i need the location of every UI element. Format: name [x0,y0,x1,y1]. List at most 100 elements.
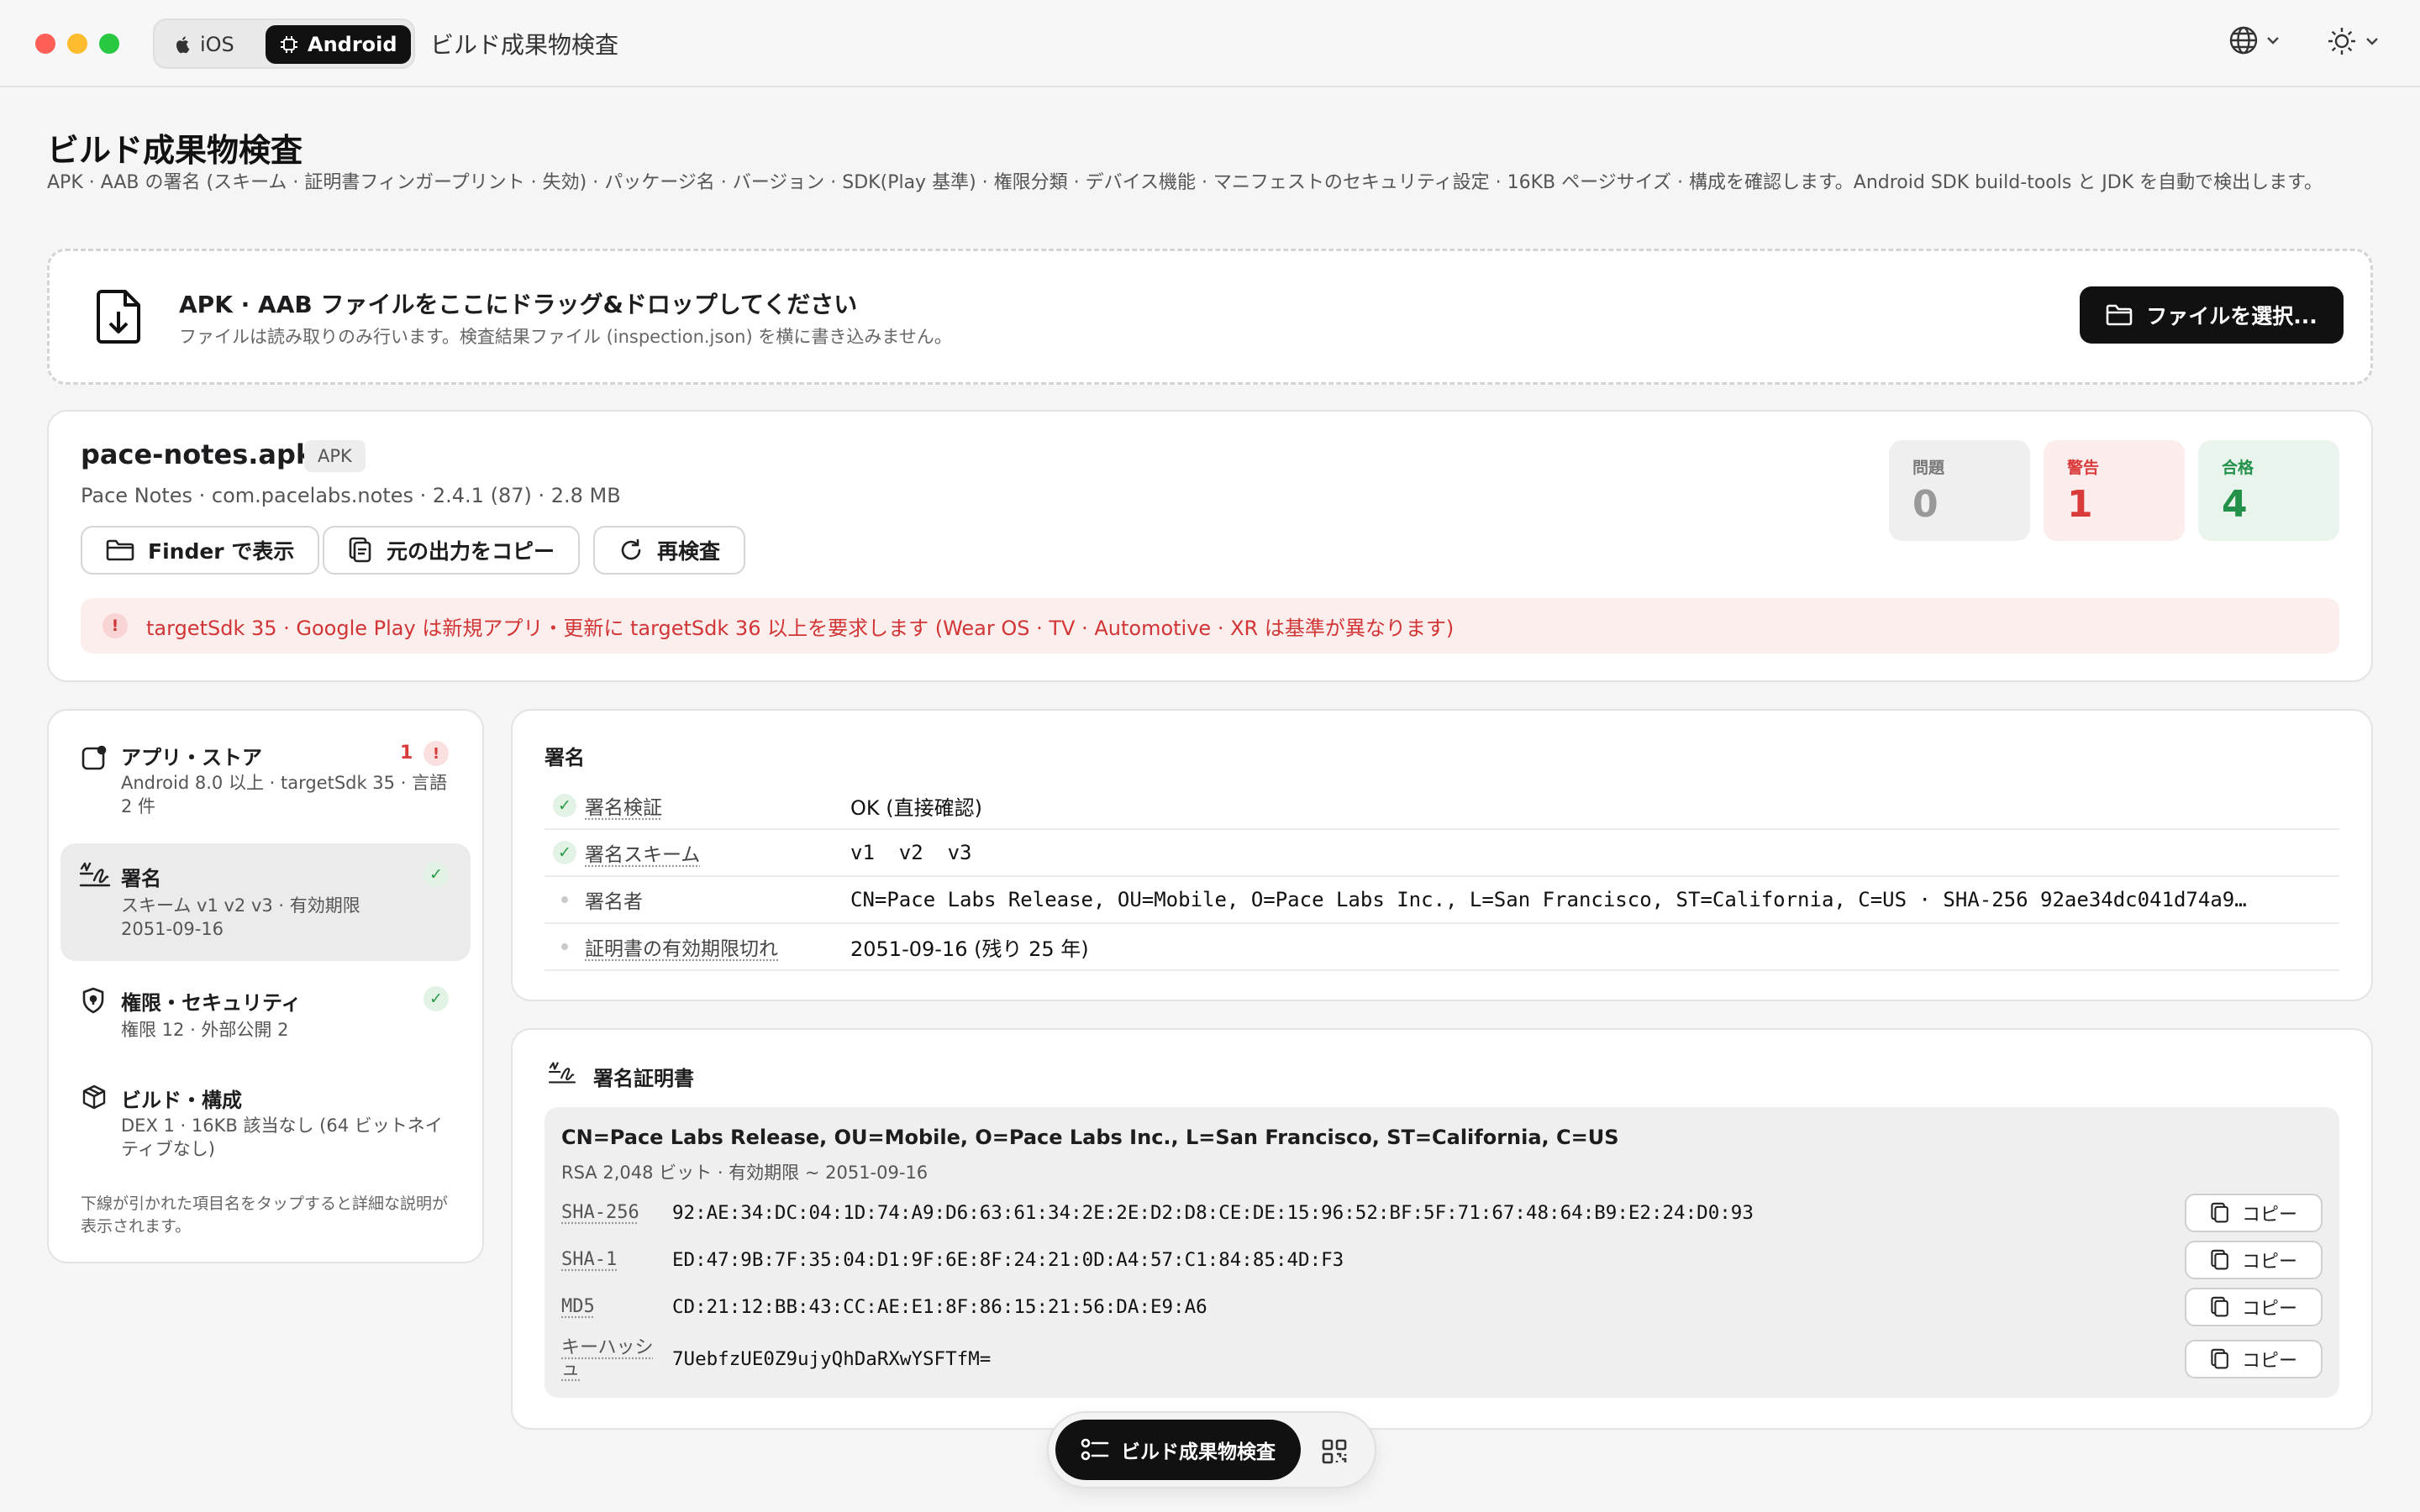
package-icon [82,1084,106,1110]
signature-row: ✓ 署名検証 OK (直接確認) [544,783,2339,830]
copy-sha1-button[interactable]: コピー [2185,1241,2323,1279]
fingerprint-value: ED:47:9B:7F:35:04:D1:9F:6E:8F:24:21:0D:A… [672,1249,1344,1271]
platform-android-option[interactable]: Android [266,25,411,64]
certificate-subject: CN=Pace Labs Release, OU=Mobile, O=Pace … [561,1126,1619,1149]
check-icon: ✓ [424,986,449,1011]
fingerprint-value: 7UebfzUE0Z9ujyQhDaRXwYSFTfM= [672,1348,992,1370]
sidebar-item-subtitle: DEX 1 · 16KB 該当なし (64 ビットネイティブなし) [121,1116,443,1159]
signature-icon [548,1062,576,1084]
copy-key-hash-button[interactable]: コピー [2185,1340,2323,1378]
sidebar-warning-count: 1 [400,743,413,764]
fingerprint-row: キーハッシュ 7UebfzUE0Z9ujyQhDaRXwYSFTfM= コピー [561,1336,2323,1383]
file-dropzone[interactable]: APK · AAB ファイルをここにドラッグ&ドロップしてください ファイルは読… [47,249,2373,385]
passed-stat: 合格 4 [2198,440,2339,541]
fingerprint-row: MD5 CD:21:12:BB:43:CC:AE:E1:8F:86:15:21:… [561,1284,2323,1331]
sidebar-item-title: 署名 [121,867,161,890]
apple-icon [176,36,190,54]
check-icon: ✓ [424,862,449,887]
copy-sha256-button[interactable]: コピー [2185,1194,2323,1232]
sidebar-item-title: アプリ・ストア [121,746,262,769]
checklist-icon [1081,1438,1109,1461]
minimize-window-button[interactable] [67,34,87,54]
recheck-label: 再検査 [657,539,721,564]
page-description: APK · AAB の署名 (スキーム · 証明書フィンガープリント · 失効)… [47,172,2323,193]
check-icon: ✓ [553,841,576,864]
window-title: ビルド成果物検査 [430,31,619,59]
exclamation-icon: ! [103,613,128,638]
page-title: ビルド成果物検査 [47,132,303,169]
select-file-button[interactable]: ファイルを選択... [2080,286,2344,344]
copy-icon [2211,1348,2228,1369]
android-chip-icon [281,36,297,53]
copy-raw-output-button[interactable]: 元の出力をコピー [323,526,581,575]
copy-icon [2211,1296,2228,1317]
select-file-label: ファイルを選択... [2146,304,2317,328]
fingerprint-row: SHA-256 92:AE:34:DC:04:1D:74:A9:D6:63:61… [561,1189,2323,1236]
folder-icon [2106,304,2133,326]
issues-stat: 問題 0 [1889,440,2030,541]
show-in-finder-button[interactable]: Finder で表示 [81,526,320,575]
signature-heading: 署名 [544,746,585,769]
platform-segmented-control: iOS Android [153,18,415,69]
warning-icon: ! [424,741,449,766]
platform-android-label: Android [308,33,397,56]
close-window-button[interactable] [35,34,55,54]
copy-icon [349,537,371,563]
show-in-finder-label: Finder で表示 [148,539,295,564]
sidebar-footnote: 下線が引かれた項目名をタップすると詳細な説明が表示されます。 [81,1194,449,1236]
fingerprint-key[interactable]: SHA-1 [561,1249,672,1271]
copy-md5-button[interactable]: コピー [2185,1288,2323,1326]
file-type-badge: APK [304,440,366,472]
folder-icon [106,539,134,561]
passed-value: 4 [2222,483,2248,526]
chevron-down-icon [2366,38,2378,45]
dock-build-inspection-button[interactable]: ビルド成果物検査 [1055,1420,1301,1480]
dock-build-inspection-label: ビルド成果物検査 [1121,1441,1276,1463]
copy-label: コピー [2241,1299,2297,1320]
file-download-icon [97,290,140,344]
recheck-button[interactable]: 再検査 [593,526,746,575]
refresh-icon [621,538,641,560]
appearance-menu[interactable] [2326,25,2380,57]
zoom-window-button[interactable] [99,34,119,54]
platform-ios-option[interactable]: iOS [161,25,248,64]
file-meta: Pace Notes · com.pacelabs.notes · 2.4.1 … [81,484,621,507]
signature-row-key[interactable]: 署名検証 [585,791,850,820]
certificate-meta: RSA 2,048 ビット · 有効期限 ~ 2051-09-16 [561,1163,929,1183]
fingerprint-value: CD:21:12:BB:43:CC:AE:E1:8F:86:15:21:56:D… [672,1296,1207,1318]
copy-label: コピー [2241,1252,2297,1273]
signature-row-key[interactable]: 署名スキーム [585,838,850,867]
shield-icon [82,987,104,1014]
sidebar-item-build-config[interactable]: ビルド・構成 DEX 1 · 16KB 該当なし (64 ビットネイティブなし) [60,1072,471,1173]
globe-icon [2229,26,2258,55]
passed-label: 合格 [2222,459,2254,477]
chevron-down-icon [2267,37,2279,45]
signature-row-key[interactable]: 証明書の有効期限切れ [585,932,850,961]
signature-row: 証明書の有効期限切れ 2051-09-16 (残り 25 年) [544,924,2339,971]
fingerprint-key[interactable]: MD5 [561,1296,672,1318]
bullet-dot-icon [561,896,568,903]
language-menu[interactable] [2228,25,2281,55]
qr-code-icon[interactable] [1321,1438,1348,1465]
fingerprint-key[interactable]: キーハッシュ [561,1337,654,1381]
signature-row: 署名者 CN=Pace Labs Release, OU=Mobile, O=P… [544,877,2339,924]
fingerprint-key[interactable]: SHA-256 [561,1202,672,1224]
sidebar-item-subtitle: スキーム v1 v2 v3 · 有効期限 2051-09-16 [121,895,360,939]
copy-icon [2211,1249,2228,1270]
signature-row-value: OK (直接確認) [850,795,982,820]
fingerprint-row: SHA-1 ED:47:9B:7F:35:04:D1:9F:6E:8F:24:2… [561,1236,2323,1284]
issues-value: 0 [1912,483,1939,526]
sidebar-item-title: 権限・セキュリティ [121,991,302,1015]
issues-label: 問題 [1912,459,1945,477]
file-name: pace-notes.apk [81,438,314,470]
copy-label: コピー [2241,1351,2297,1372]
copy-label: コピー [2241,1205,2297,1226]
dropzone-subtitle: ファイルは読み取りのみ行います。検査結果ファイル (inspection.jso… [179,327,952,347]
sidebar-item-permissions-security[interactable]: 権限・セキュリティ ✓ 権限 12 · 外部公開 2 [60,974,471,1058]
sidebar-item-subtitle: Android 8.0 以上 · targetSdk 35 · 言語 2 件 [121,773,448,816]
sidebar-item-app-store[interactable]: アプリ・ストア 1 ! Android 8.0 以上 · targetSdk 3… [60,729,471,825]
signature-row-key: 署名者 [585,891,643,913]
target-sdk-alert: ! targetSdk 35 · Google Play は新規アプリ・更新に … [81,598,2339,654]
copy-icon [2211,1202,2228,1223]
sidebar-item-signature[interactable]: 署名 ✓ スキーム v1 v2 v3 · 有効期限 2051-09-16 [60,843,471,961]
